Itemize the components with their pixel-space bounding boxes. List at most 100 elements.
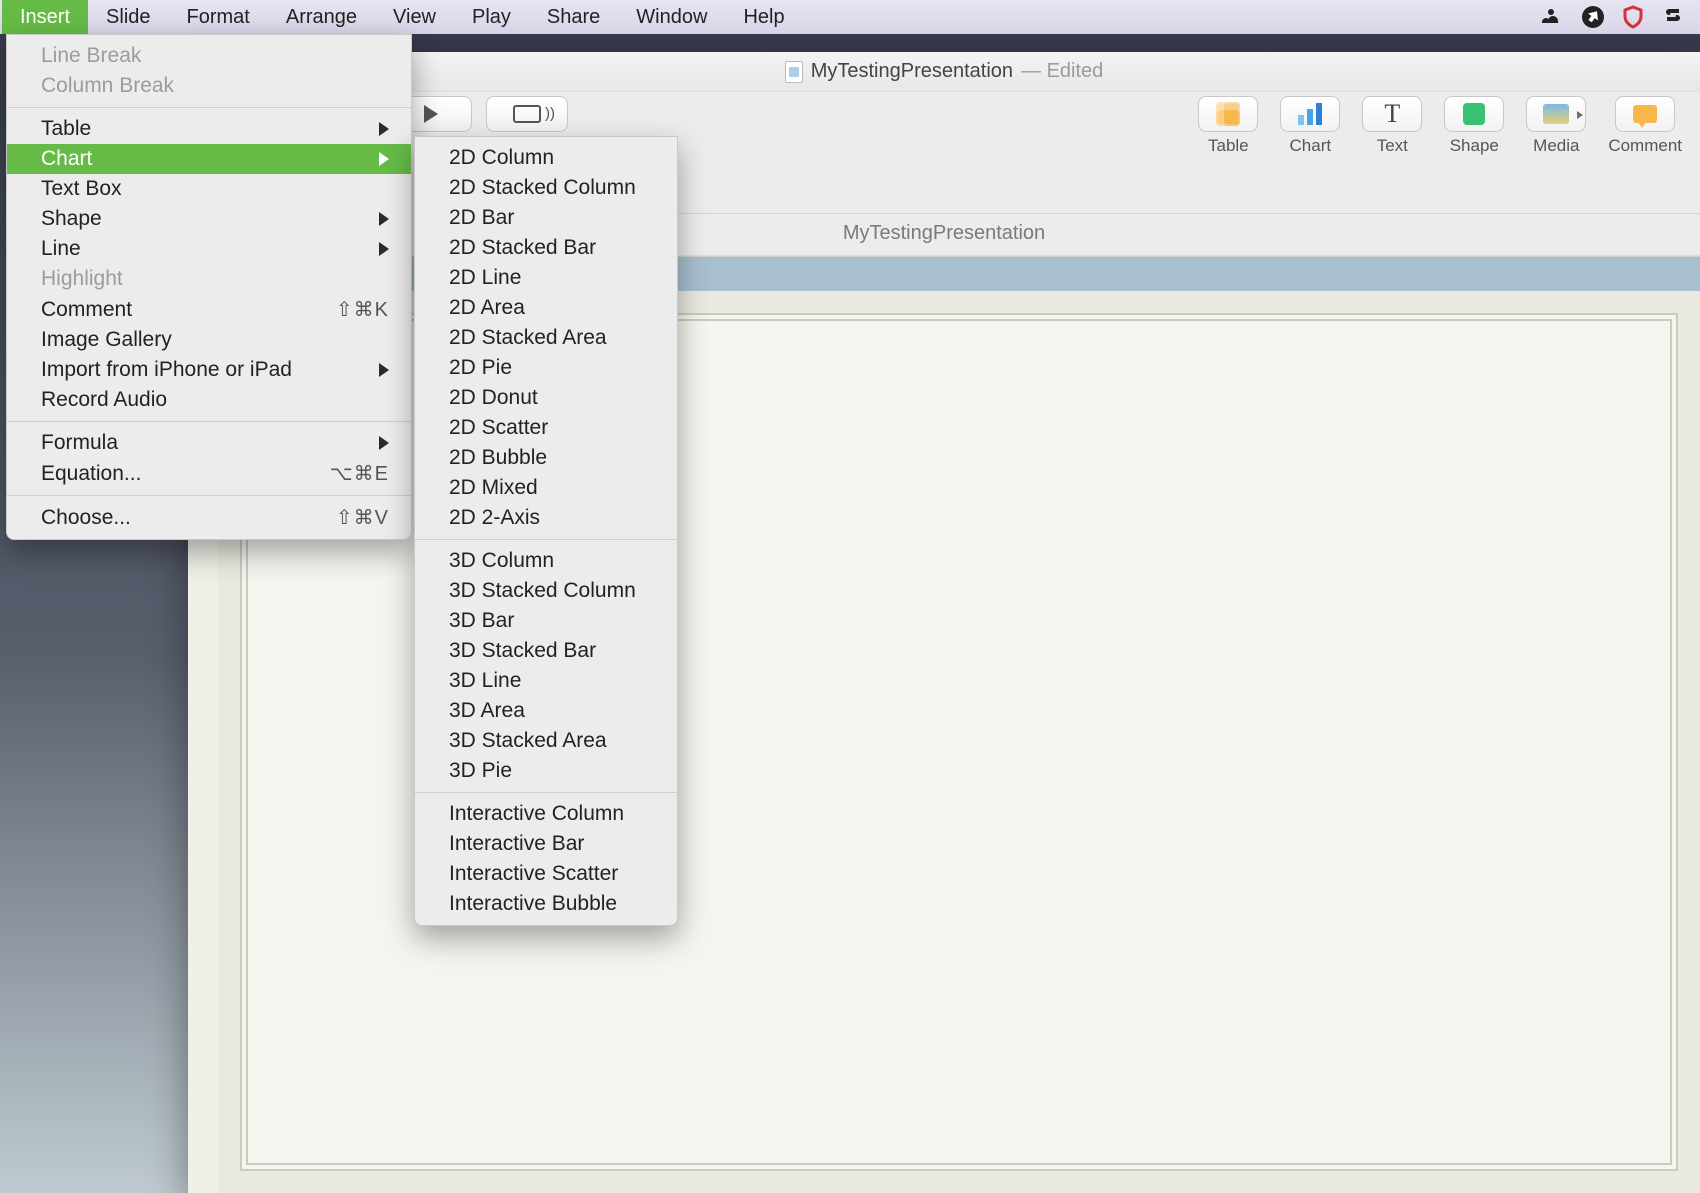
chart-submenu-item[interactable]: 2D Donut (415, 383, 677, 413)
toolbar-comment-button[interactable]: Comment (1608, 96, 1682, 156)
insert-menu-item[interactable]: Equation...⌥⌘E (7, 458, 411, 489)
insert-menu-item[interactable]: Line (7, 234, 411, 264)
chart-submenu-item[interactable]: Interactive Bar (415, 829, 677, 859)
menu-item-label: Comment (41, 298, 132, 322)
menu-item-label: 2D Pie (449, 356, 512, 380)
chevron-right-icon (379, 212, 389, 226)
menu-item-label: 2D Donut (449, 386, 538, 410)
toolbar-chart-button[interactable]: Chart (1280, 96, 1340, 156)
menu-share[interactable]: Share (529, 0, 618, 34)
chart-icon (1298, 103, 1322, 125)
menu-item-label: 3D Stacked Bar (449, 639, 596, 663)
menu-item-label: 3D Line (449, 669, 521, 693)
chart-submenu-item[interactable]: Interactive Bubble (415, 889, 677, 919)
menu-item-label: Text Box (41, 177, 122, 201)
chart-submenu-item[interactable]: Interactive Scatter (415, 859, 677, 889)
menu-item-label: Shape (41, 207, 102, 231)
menu-item-label: Choose... (41, 506, 131, 530)
chart-submenu-item[interactable]: 2D Stacked Bar (415, 233, 677, 263)
chart-submenu-item[interactable]: 2D Line (415, 263, 677, 293)
menu-window[interactable]: Window (618, 0, 725, 34)
chart-submenu-item[interactable]: 3D Pie (415, 756, 677, 786)
chart-submenu-item[interactable]: 2D Stacked Column (415, 173, 677, 203)
menu-item-label: Interactive Scatter (449, 862, 618, 886)
insert-menu-item[interactable]: Formula (7, 428, 411, 458)
chart-submenu-item[interactable]: 2D Area (415, 293, 677, 323)
menu-view[interactable]: View (375, 0, 454, 34)
menu-item-label: 2D 2-Axis (449, 506, 540, 530)
play-icon (424, 105, 438, 123)
insert-menu-item[interactable]: Shape (7, 204, 411, 234)
system-tray (1538, 0, 1700, 34)
chart-submenu-item[interactable]: 2D Mixed (415, 473, 677, 503)
menu-item-label: Column Break (41, 74, 174, 98)
chart-submenu-item[interactable]: 3D Stacked Area (415, 726, 677, 756)
toolbar-table-label: Table (1208, 136, 1249, 156)
letter-s-icon[interactable] (1662, 6, 1684, 28)
chart-submenu-item[interactable]: 3D Column (415, 546, 677, 576)
menu-arrange[interactable]: Arrange (268, 0, 375, 34)
insert-menu-item[interactable]: Chart (7, 144, 411, 174)
chart-submenu-item[interactable]: 3D Stacked Bar (415, 636, 677, 666)
document-icon (785, 61, 803, 83)
menu-play[interactable]: Play (454, 0, 529, 34)
insert-menu-item[interactable]: Image Gallery (7, 325, 411, 355)
chart-submenu-item[interactable]: 3D Bar (415, 606, 677, 636)
menu-item-label: Interactive Column (449, 802, 624, 826)
insert-menu: Line Break Column Break Table Chart Text Box… (6, 34, 412, 540)
menu-item-label: 3D Pie (449, 759, 512, 783)
chart-submenu-item[interactable]: 3D Line (415, 666, 677, 696)
toolbar-text-button[interactable]: T Text (1362, 96, 1422, 156)
insert-menu-item[interactable]: Import from iPhone or iPad (7, 355, 411, 385)
chart-submenu-item[interactable]: 2D Scatter (415, 413, 677, 443)
menu-item-label: 3D Stacked Column (449, 579, 636, 603)
insert-menu-item[interactable]: Text Box (7, 174, 411, 204)
menu-help[interactable]: Help (725, 0, 802, 34)
menu-item-label: 2D Bar (449, 206, 514, 230)
menu-item-label: 2D Bubble (449, 446, 547, 470)
chart-submenu: 2D Column 2D Stacked Column 2D Bar 2D Stack… (414, 136, 678, 926)
menu-item-label: Line Break (41, 44, 141, 68)
toolbar-chart-label: Chart (1290, 136, 1332, 156)
menu-insert[interactable]: Insert (2, 0, 88, 34)
menu-item-label: Image Gallery (41, 328, 172, 352)
menu-item-label: Equation... (41, 462, 141, 486)
insert-menu-item[interactable]: Table (7, 114, 411, 144)
chart-submenu-item[interactable]: 3D Stacked Column (415, 576, 677, 606)
menu-slide[interactable]: Slide (88, 0, 168, 34)
menu-shortcut: ⇧⌘V (336, 505, 389, 530)
menu-item-label: Table (41, 117, 91, 141)
chevron-right-icon (379, 122, 389, 136)
location-icon[interactable] (1582, 6, 1604, 28)
chart-submenu-item[interactable]: 2D 2-Axis (415, 503, 677, 533)
chart-submenu-item[interactable]: 2D Bar (415, 203, 677, 233)
toolbar-table-button[interactable]: Table (1198, 96, 1258, 156)
insert-menu-item[interactable]: Record Audio (7, 385, 411, 415)
chart-submenu-item[interactable]: Interactive Column (415, 799, 677, 829)
menu-item-label: Formula (41, 431, 118, 455)
comment-icon (1633, 105, 1657, 123)
toolbar-media-label: Media (1533, 136, 1579, 156)
menu-format[interactable]: Format (169, 0, 268, 34)
menu-item-label: 2D Stacked Area (449, 326, 607, 350)
screen-icon (513, 105, 541, 123)
insert-menu-item[interactable]: Comment⇧⌘K (7, 294, 411, 325)
toolbar-shape-button[interactable]: Shape (1444, 96, 1504, 156)
toolbar-text-label: Text (1377, 136, 1408, 156)
title-bar: MyTestingPresentation — Edited (188, 52, 1700, 92)
chart-submenu-item[interactable]: 2D Pie (415, 353, 677, 383)
chart-submenu-item[interactable]: 2D Column (415, 143, 677, 173)
media-icon (1543, 104, 1569, 124)
edited-indicator: — Edited (1021, 60, 1103, 83)
shield-icon[interactable] (1622, 5, 1644, 29)
menu-bar: InsertSlideFormatArrangeViewPlayShareWin… (0, 0, 1700, 34)
chart-submenu-item[interactable]: 3D Area (415, 696, 677, 726)
menu-item-label: 2D Stacked Column (449, 176, 636, 200)
toolbar-media-button[interactable]: Media (1526, 96, 1586, 156)
table-icon (1216, 102, 1240, 126)
insert-menu-item[interactable]: Choose... ⇧⌘V (7, 502, 411, 533)
chart-submenu-item[interactable]: 2D Bubble (415, 443, 677, 473)
chart-submenu-item[interactable]: 2D Stacked Area (415, 323, 677, 353)
menu-item-label: 2D Line (449, 266, 521, 290)
cloud-icon[interactable] (1538, 7, 1564, 27)
